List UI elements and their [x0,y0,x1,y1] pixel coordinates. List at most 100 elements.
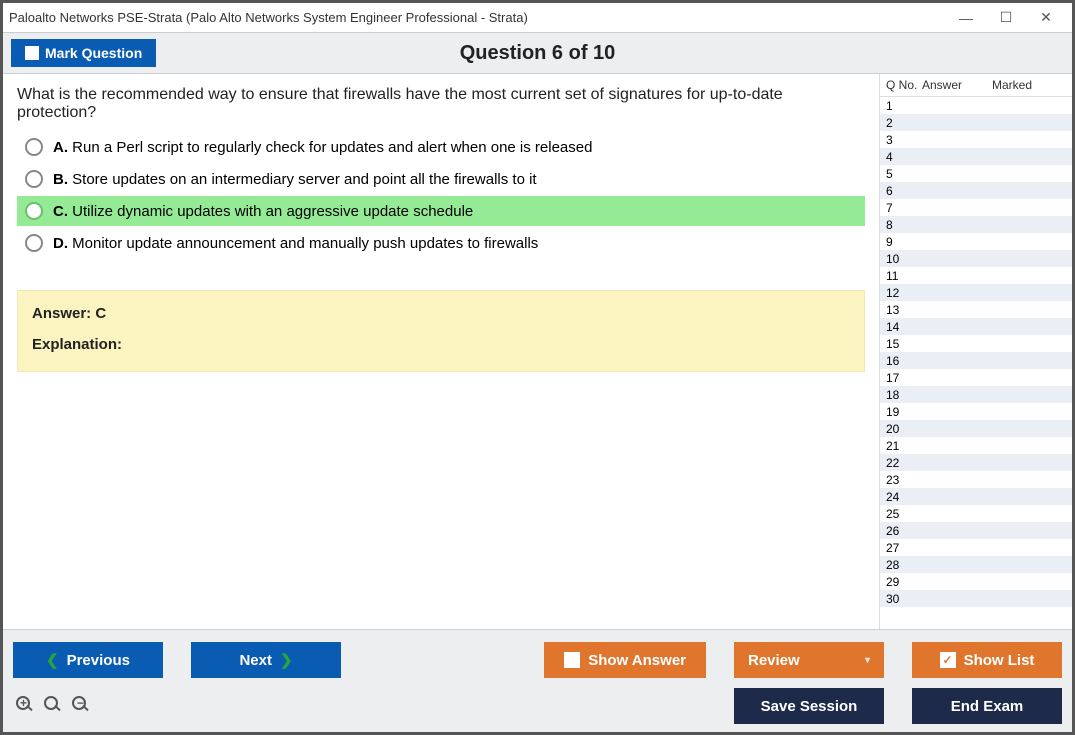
question-list-row[interactable]: 30 [880,590,1072,607]
question-list-row[interactable]: 24 [880,488,1072,505]
cell-qno: 5 [880,167,922,181]
close-button[interactable]: ✕ [1026,4,1066,32]
mark-checkbox-icon [25,46,39,60]
question-list-row[interactable]: 15 [880,335,1072,352]
checked-icon: ✓ [940,652,956,668]
review-label: Review [748,652,800,669]
option-text: B. Store updates on an intermediary serv… [53,171,537,188]
radio-icon [25,202,43,220]
main-column: What is the recommended way to ensure th… [3,74,879,629]
question-list-row[interactable]: 26 [880,522,1072,539]
cell-qno: 25 [880,507,922,521]
end-exam-label: End Exam [951,698,1024,715]
question-list-row[interactable]: 20 [880,420,1072,437]
question-list-row[interactable]: 4 [880,148,1072,165]
maximize-button[interactable]: ☐ [986,4,1026,32]
app-window: Paloalto Networks PSE-Strata (Palo Alto … [0,0,1075,735]
radio-icon [25,234,43,252]
question-list-row[interactable]: 12 [880,284,1072,301]
question-list-row[interactable]: 27 [880,539,1072,556]
review-button[interactable]: Review ▾ [734,642,884,678]
answer-line: Answer: C [32,305,850,322]
zoom-controls [13,695,93,717]
option-text: C. Utilize dynamic updates with an aggre… [53,203,473,220]
cell-qno: 21 [880,439,922,453]
cell-qno: 18 [880,388,922,402]
answer-label: Answer: [32,305,91,322]
cell-qno: 4 [880,150,922,164]
cell-qno: 30 [880,592,922,606]
question-list-row[interactable]: 23 [880,471,1072,488]
cell-qno: 12 [880,286,922,300]
chevron-down-icon: ▾ [865,655,870,666]
col-header-marked: Marked [992,78,1072,92]
question-list-header: Q No. Answer Marked [880,74,1072,97]
question-text: What is the recommended way to ensure th… [3,74,879,132]
zoom-out-icon[interactable] [71,695,93,717]
cell-qno: 20 [880,422,922,436]
question-list-row[interactable]: 14 [880,318,1072,335]
question-list-row[interactable]: 28 [880,556,1072,573]
show-list-label: Show List [964,652,1035,669]
question-list-row[interactable]: 5 [880,165,1072,182]
cell-qno: 2 [880,116,922,130]
titlebar: Paloalto Networks PSE-Strata (Palo Alto … [3,3,1072,33]
show-answer-label: Show Answer [588,652,686,669]
cell-qno: 7 [880,201,922,215]
window-controls: — ☐ ✕ [946,4,1066,32]
question-list-row[interactable]: 8 [880,216,1072,233]
next-button[interactable]: Next ❯ [191,642,341,678]
question-list-row[interactable]: 11 [880,267,1072,284]
question-list-panel: Q No. Answer Marked 12345678910111213141… [879,74,1072,629]
minimize-button[interactable]: — [946,4,986,32]
cell-qno: 26 [880,524,922,538]
option-B[interactable]: B. Store updates on an intermediary serv… [17,164,865,194]
zoom-in-icon[interactable] [15,695,37,717]
footer: ❮ Previous Next ❯ Show Answer Review ▾ ✓… [3,629,1072,732]
question-list-row[interactable]: 22 [880,454,1072,471]
question-list-row[interactable]: 7 [880,199,1072,216]
cell-qno: 11 [880,269,922,283]
option-C[interactable]: C. Utilize dynamic updates with an aggre… [17,196,865,226]
question-list-row[interactable]: 13 [880,301,1072,318]
checkbox-icon [564,652,580,668]
question-list-row[interactable]: 16 [880,352,1072,369]
cell-qno: 15 [880,337,922,351]
question-list-row[interactable]: 18 [880,386,1072,403]
option-A[interactable]: A. Run a Perl script to regularly check … [17,132,865,162]
question-list-row[interactable]: 21 [880,437,1072,454]
question-list-row[interactable]: 17 [880,369,1072,386]
footer-row-1: ❮ Previous Next ❯ Show Answer Review ▾ ✓… [13,642,1062,678]
cell-qno: 22 [880,456,922,470]
show-list-button[interactable]: ✓ Show List [912,642,1062,678]
end-exam-button[interactable]: End Exam [912,688,1062,724]
option-D[interactable]: D. Monitor update announcement and manua… [17,228,865,258]
question-list-row[interactable]: 3 [880,131,1072,148]
question-counter: Question 6 of 10 [460,42,616,65]
question-list-row[interactable]: 25 [880,505,1072,522]
previous-button[interactable]: ❮ Previous [13,642,163,678]
chevron-left-icon: ❮ [46,651,59,669]
question-list-row[interactable]: 6 [880,182,1072,199]
question-list-body[interactable]: 1234567891011121314151617181920212223242… [880,97,1072,629]
question-list-row[interactable]: 9 [880,233,1072,250]
question-list-row[interactable]: 2 [880,114,1072,131]
cell-qno: 6 [880,184,922,198]
radio-icon [25,170,43,188]
cell-qno: 24 [880,490,922,504]
body: What is the recommended way to ensure th… [3,74,1072,629]
question-list-row[interactable]: 10 [880,250,1072,267]
answer-value: C [95,305,106,322]
save-session-button[interactable]: Save Session [734,688,884,724]
window-title: Paloalto Networks PSE-Strata (Palo Alto … [9,10,528,25]
mark-question-button[interactable]: Mark Question [11,39,156,67]
col-header-qno: Q No. [880,78,922,92]
question-list-row[interactable]: 1 [880,97,1072,114]
next-label: Next [239,652,272,669]
cell-qno: 9 [880,235,922,249]
question-list-row[interactable]: 19 [880,403,1072,420]
zoom-icon[interactable] [43,695,65,717]
cell-qno: 28 [880,558,922,572]
show-answer-button[interactable]: Show Answer [544,642,706,678]
question-list-row[interactable]: 29 [880,573,1072,590]
